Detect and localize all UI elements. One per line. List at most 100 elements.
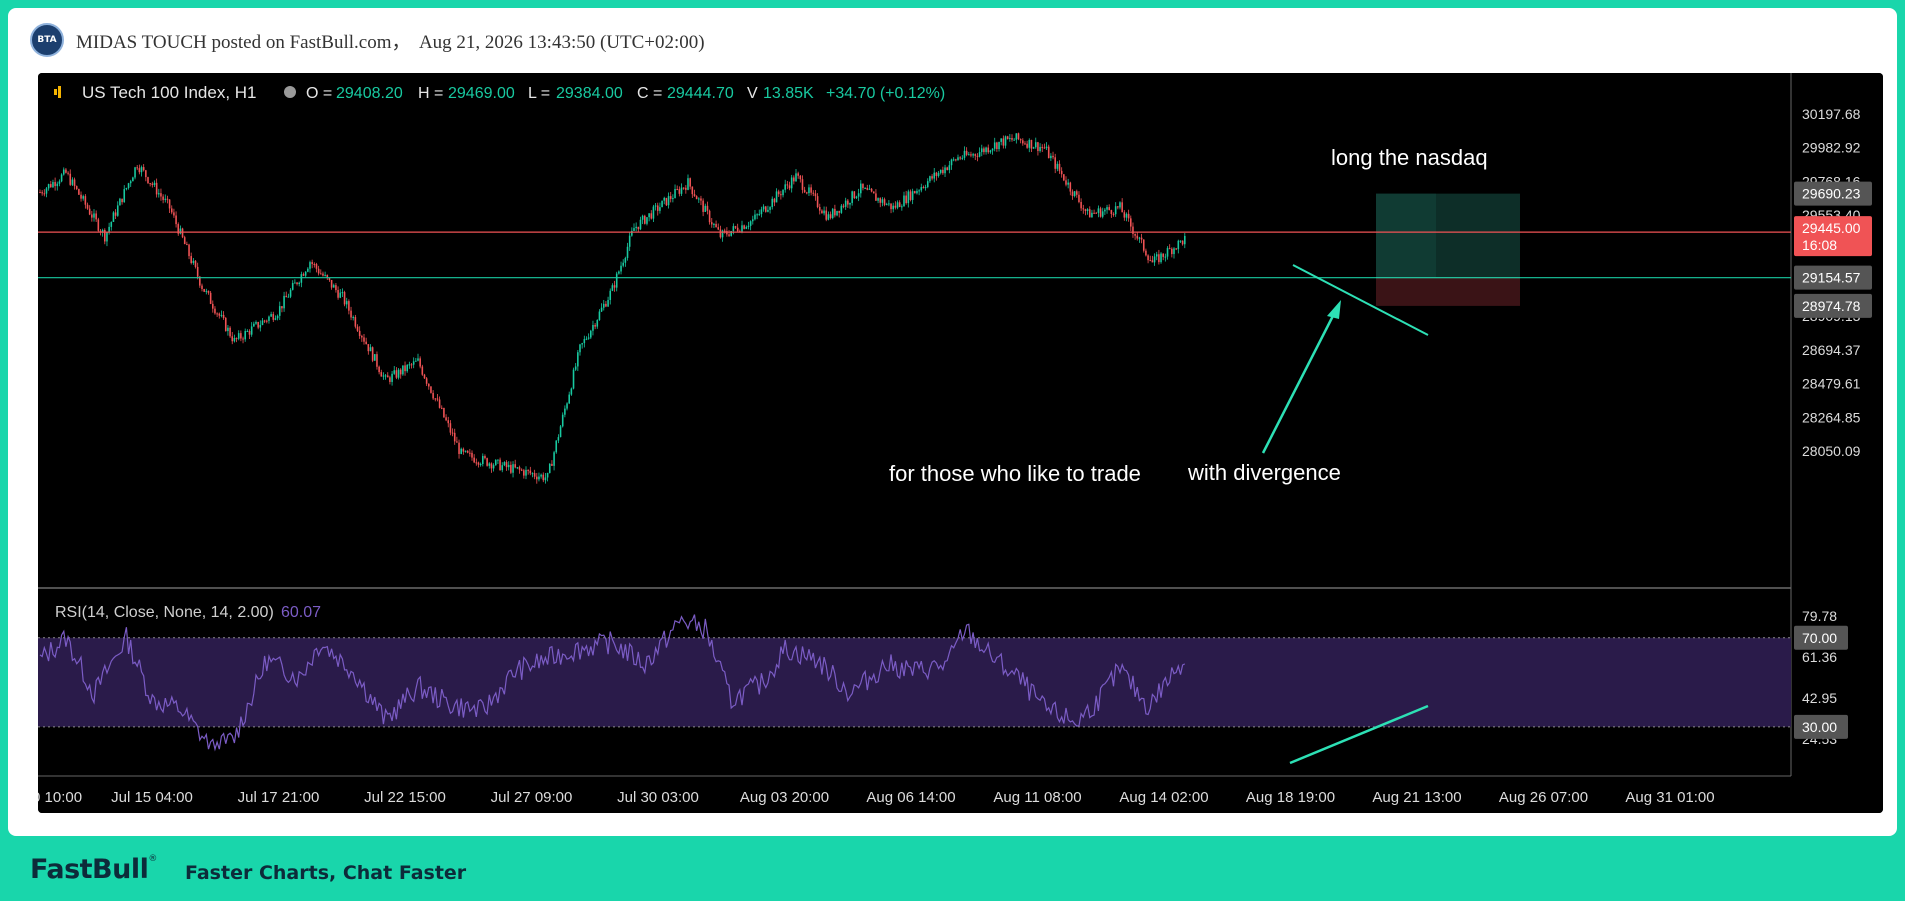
candle-body xyxy=(138,168,141,173)
candle-body xyxy=(149,183,151,185)
candle-body xyxy=(747,225,750,227)
chart-panel[interactable]: long the nasdaq for those who like to tr… xyxy=(38,73,1883,813)
fastbull-logo[interactable]: FastBull® xyxy=(30,854,157,885)
candle-body xyxy=(181,228,184,238)
time-axis-label: Aug 21 13:00 xyxy=(1372,789,1461,806)
candle-body xyxy=(1041,146,1044,148)
candle-body xyxy=(605,303,607,307)
candle-body xyxy=(613,285,616,288)
candle-body xyxy=(771,198,774,208)
candle-body xyxy=(391,373,393,382)
candle-body xyxy=(412,361,415,365)
candle-body xyxy=(952,159,955,161)
candle-body xyxy=(741,225,743,232)
candle-body xyxy=(717,227,720,230)
candle-body xyxy=(538,476,540,480)
candle-body xyxy=(1140,237,1143,240)
candle-body xyxy=(123,189,126,203)
candle-body xyxy=(860,183,862,194)
candle-body xyxy=(626,246,629,258)
candle-body xyxy=(948,165,951,170)
candle-body xyxy=(989,150,992,153)
candle-body xyxy=(758,214,761,216)
candle-body xyxy=(56,183,59,187)
rsi-axis-label: 79.78 xyxy=(1802,608,1837,624)
annotation-divergence[interactable]: with divergence xyxy=(1187,460,1341,485)
candle-body xyxy=(317,268,320,274)
candle-body xyxy=(283,295,285,309)
candle-body xyxy=(155,182,158,195)
candle-body xyxy=(754,214,756,220)
chart-svg[interactable]: long the nasdaq for those who like to tr… xyxy=(38,73,1883,813)
candle-body xyxy=(713,223,715,225)
candle-body xyxy=(1067,182,1069,185)
candle-body xyxy=(365,341,367,345)
candle-body xyxy=(447,420,450,424)
candle-body xyxy=(762,206,765,210)
candle-body xyxy=(890,203,892,210)
avatar[interactable]: BTA xyxy=(30,23,64,57)
post-card: BTA MIDAS TOUCH posted on FastBull.com， … xyxy=(8,8,1897,836)
rsi-axis-label: 42.95 xyxy=(1802,690,1837,706)
candle-body xyxy=(82,196,84,199)
candle-body xyxy=(1121,202,1123,213)
candle-body xyxy=(786,184,789,186)
candle-body xyxy=(985,147,987,153)
o-value: 29408.20 xyxy=(336,85,403,102)
candle-body xyxy=(944,167,946,174)
annotation-long[interactable]: long the nasdaq xyxy=(1331,145,1488,170)
candle-body xyxy=(60,174,63,182)
candle-body xyxy=(339,292,342,298)
rsi-axis-label: 61.36 xyxy=(1802,649,1837,665)
candle-body xyxy=(702,200,704,212)
candle-body xyxy=(592,325,594,331)
candle-body xyxy=(602,303,605,308)
candle-body xyxy=(393,370,396,374)
candle-body xyxy=(39,192,41,194)
candle-body xyxy=(168,199,171,209)
candle-body xyxy=(322,273,324,276)
candle-body xyxy=(1002,138,1005,146)
candle-body xyxy=(205,290,208,292)
candle-body xyxy=(384,375,387,377)
rsi-title[interactable]: RSI(14, Close, None, 14, 2.00) xyxy=(55,604,274,621)
candle-body xyxy=(421,366,424,375)
candle-body xyxy=(648,213,650,218)
candle-body xyxy=(261,320,264,325)
candle-body xyxy=(695,196,698,200)
symbol-legend[interactable]: US Tech 100 Index, H1 O = 29408.20 H = 2… xyxy=(54,83,945,102)
candle-body xyxy=(1050,155,1052,159)
symbol-title[interactable]: US Tech 100 Index, H1 xyxy=(82,83,257,102)
candle-body xyxy=(520,469,523,471)
candle-body xyxy=(268,316,270,321)
candle-body xyxy=(831,208,834,218)
long-position-tool[interactable] xyxy=(1376,193,1520,306)
candle-body xyxy=(335,285,337,291)
author-name[interactable]: MIDAS TOUCH xyxy=(76,32,207,53)
candle-body xyxy=(972,154,974,156)
candle-body xyxy=(1119,202,1121,208)
loss-zone[interactable] xyxy=(1376,277,1520,306)
candle-body xyxy=(710,222,713,225)
candle-body xyxy=(663,197,666,201)
candle-body xyxy=(935,172,938,176)
candle-body xyxy=(1052,155,1054,158)
candle-body xyxy=(380,372,383,377)
candle-body xyxy=(510,464,512,473)
candle-body xyxy=(518,467,521,470)
candle-body xyxy=(715,223,717,228)
candle-body xyxy=(160,193,162,197)
candle-body xyxy=(97,219,100,231)
candle-body xyxy=(1015,133,1018,140)
candle-body xyxy=(311,262,313,264)
candle-body xyxy=(685,187,687,190)
annotation-trade[interactable]: for those who like to trade xyxy=(889,461,1141,486)
candle-body xyxy=(719,229,722,238)
time-axis-label: Aug 18 19:00 xyxy=(1246,789,1335,806)
candle-body xyxy=(486,458,488,466)
candle-body xyxy=(1043,147,1046,149)
rsi-legend[interactable]: RSI(14, Close, None, 14, 2.00) 60.07 xyxy=(55,604,321,621)
candle-body xyxy=(745,226,748,229)
candle-body xyxy=(1082,208,1085,210)
candle-body xyxy=(166,198,169,200)
